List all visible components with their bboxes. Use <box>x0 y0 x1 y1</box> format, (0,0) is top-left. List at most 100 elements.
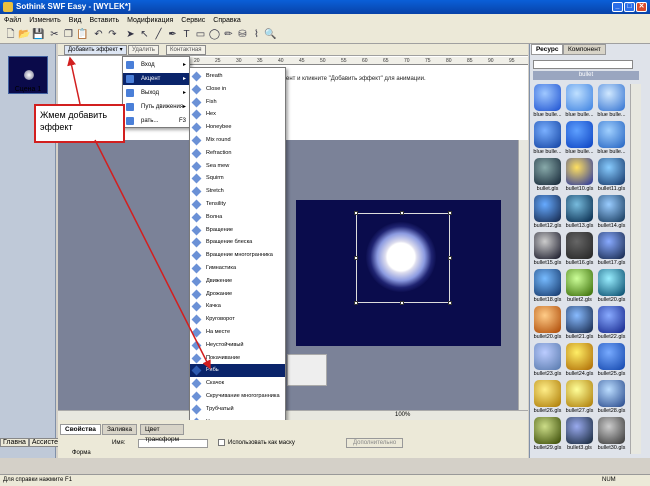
effect-item[interactable]: Качка <box>190 300 285 313</box>
resource-item[interactable]: blue bulle... <box>532 121 563 159</box>
effect-item[interactable]: Круговорот <box>190 313 285 326</box>
resource-scroll[interactable] <box>630 84 641 454</box>
effect-item[interactable]: Hex <box>190 108 285 121</box>
resource-item[interactable]: bullet14.gls <box>596 195 627 233</box>
minimize-button[interactable]: _ <box>612 2 623 12</box>
zoom-level[interactable]: 100% <box>395 410 410 420</box>
replace-effect-button[interactable]: Контактная <box>166 45 206 55</box>
tab-main[interactable]: Главна <box>0 438 29 447</box>
effect-item[interactable]: Squirm <box>190 172 285 185</box>
ellipse-icon[interactable]: ◯ <box>208 28 221 41</box>
resource-search[interactable] <box>533 60 633 69</box>
open-icon[interactable]: 📂 <box>18 28 31 41</box>
add-effect-button[interactable]: Добавить эффект ▾ <box>64 45 127 55</box>
subselect-icon[interactable]: ↖ <box>138 28 151 41</box>
category-item[interactable]: Выход ▸ <box>123 87 189 99</box>
menu-view[interactable]: Вид <box>65 17 86 24</box>
more-button[interactable]: Дополнительно <box>346 438 404 448</box>
resource-item[interactable]: bullet16.gls <box>564 232 595 270</box>
resource-item[interactable]: bullet17.gls <box>596 232 627 270</box>
eyedropper-icon[interactable]: ⌇ <box>250 28 263 41</box>
effect-item[interactable]: Скачок <box>190 377 285 390</box>
menu-file[interactable]: Файл <box>0 17 25 24</box>
resource-item[interactable]: bullet29.gls <box>532 417 563 455</box>
tab-component[interactable]: Компонент <box>563 44 606 55</box>
new-icon[interactable]: 🗋 <box>4 28 17 41</box>
close-button[interactable]: ✕ <box>636 2 647 12</box>
resource-item[interactable]: bullet15.gls <box>532 232 563 270</box>
pen-icon[interactable]: ✒ <box>166 28 179 41</box>
resource-item[interactable]: bullet24.gls <box>564 343 595 381</box>
category-item[interactable]: Путь движения ▸ <box>123 101 189 113</box>
resource-item[interactable]: bullet20.gls <box>596 269 627 307</box>
maximize-button[interactable]: □ <box>624 2 635 12</box>
rect-icon[interactable]: ▭ <box>194 28 207 41</box>
effect-item[interactable]: Трубчатый <box>190 403 285 416</box>
menu-tools[interactable]: Сервис <box>177 17 209 24</box>
effect-item[interactable]: Движение <box>190 275 285 288</box>
resource-item[interactable]: bullet.gls <box>532 158 563 196</box>
resource-item[interactable]: bullet3.gls <box>564 417 595 455</box>
resource-item[interactable]: blue bulle... <box>532 84 563 122</box>
canvas-vscroll[interactable] <box>518 140 528 410</box>
resource-item[interactable]: bullet18.gls <box>532 269 563 307</box>
resource-item[interactable]: bullet12.gls <box>532 195 563 233</box>
cut-icon[interactable]: ✂ <box>48 28 61 41</box>
effect-item[interactable]: Close in <box>190 83 285 96</box>
effect-item[interactable]: Tensility <box>190 198 285 211</box>
resource-item[interactable]: bullet11.gls <box>596 158 627 196</box>
tab-color-transform[interactable]: Цвет трансформ <box>140 424 185 443</box>
menu-edit[interactable]: Изменить <box>25 17 65 24</box>
resource-item[interactable]: bullet10.gls <box>564 158 595 196</box>
redo-icon[interactable]: ↷ <box>106 28 119 41</box>
zoom-icon[interactable]: 🔍 <box>264 28 277 41</box>
remove-effect-button[interactable]: Удалить <box>128 45 159 55</box>
line-icon[interactable]: ╱ <box>152 28 165 41</box>
resource-item[interactable]: bullet28.gls <box>596 380 627 418</box>
resource-folder[interactable]: bullet <box>533 71 639 80</box>
paste-icon[interactable]: 📋 <box>76 28 89 41</box>
menu-modify[interactable]: Модификация <box>123 17 177 24</box>
effect-item[interactable]: Вращение <box>190 224 285 237</box>
mask-checkbox[interactable] <box>218 439 225 446</box>
select-arrow-icon[interactable]: ➤ <box>124 28 137 41</box>
tab-resource[interactable]: Ресурс <box>531 44 564 55</box>
effect-item[interactable]: На месте <box>190 326 285 339</box>
effect-item[interactable]: Неустойчивый <box>190 339 285 352</box>
effect-item[interactable]: Honeybee <box>190 121 285 134</box>
category-item[interactable]: рать... F3 <box>123 115 189 127</box>
effect-item[interactable]: Волна <box>190 211 285 224</box>
resource-item[interactable]: bullet26.gls <box>532 380 563 418</box>
bucket-icon[interactable]: ⛁ <box>236 28 249 41</box>
effect-item[interactable]: Stretch <box>190 185 285 198</box>
menu-insert[interactable]: Вставить <box>85 17 123 24</box>
effect-item[interactable]: Рябь <box>190 364 285 378</box>
resource-item[interactable]: bullet30.gls <box>596 417 627 455</box>
resource-item[interactable]: bullet22.gls <box>596 306 627 344</box>
effect-item[interactable]: Mix round <box>190 134 285 147</box>
resource-item[interactable]: blue bulle... <box>564 84 595 122</box>
resource-item[interactable]: blue bulle... <box>596 121 627 159</box>
resource-item[interactable]: blue bulle... <box>596 84 627 122</box>
resource-item[interactable]: bullet21.gls <box>564 306 595 344</box>
effect-item[interactable]: Sea mew <box>190 160 285 173</box>
pencil-icon[interactable]: ✏ <box>222 28 235 41</box>
effect-item[interactable]: Вращение блеска <box>190 236 285 249</box>
category-item[interactable]: Вход ▸ <box>123 59 189 71</box>
copy-icon[interactable]: ❐ <box>62 28 75 41</box>
category-item[interactable]: Акцент ▸ <box>123 73 189 85</box>
canvas-hscroll[interactable] <box>58 410 528 420</box>
text-icon[interactable]: T <box>180 28 193 41</box>
resource-item[interactable]: bullet2.gls <box>564 269 595 307</box>
resource-item[interactable]: bullet25.gls <box>596 343 627 381</box>
selection-box[interactable] <box>354 211 452 305</box>
effect-item[interactable]: Дрожание <box>190 288 285 301</box>
resource-item[interactable]: bullet23.gls <box>532 343 563 381</box>
effect-item[interactable]: Refraction <box>190 147 285 160</box>
resource-item[interactable]: bullet27.gls <box>564 380 595 418</box>
tab-properties[interactable]: Свойства <box>60 424 101 435</box>
effect-item[interactable]: Гимнастика <box>190 262 285 275</box>
effect-item[interactable]: Скручивание многогранника <box>190 390 285 403</box>
undo-icon[interactable]: ↶ <box>92 28 105 41</box>
tab-fill[interactable]: Заливка <box>102 424 138 435</box>
